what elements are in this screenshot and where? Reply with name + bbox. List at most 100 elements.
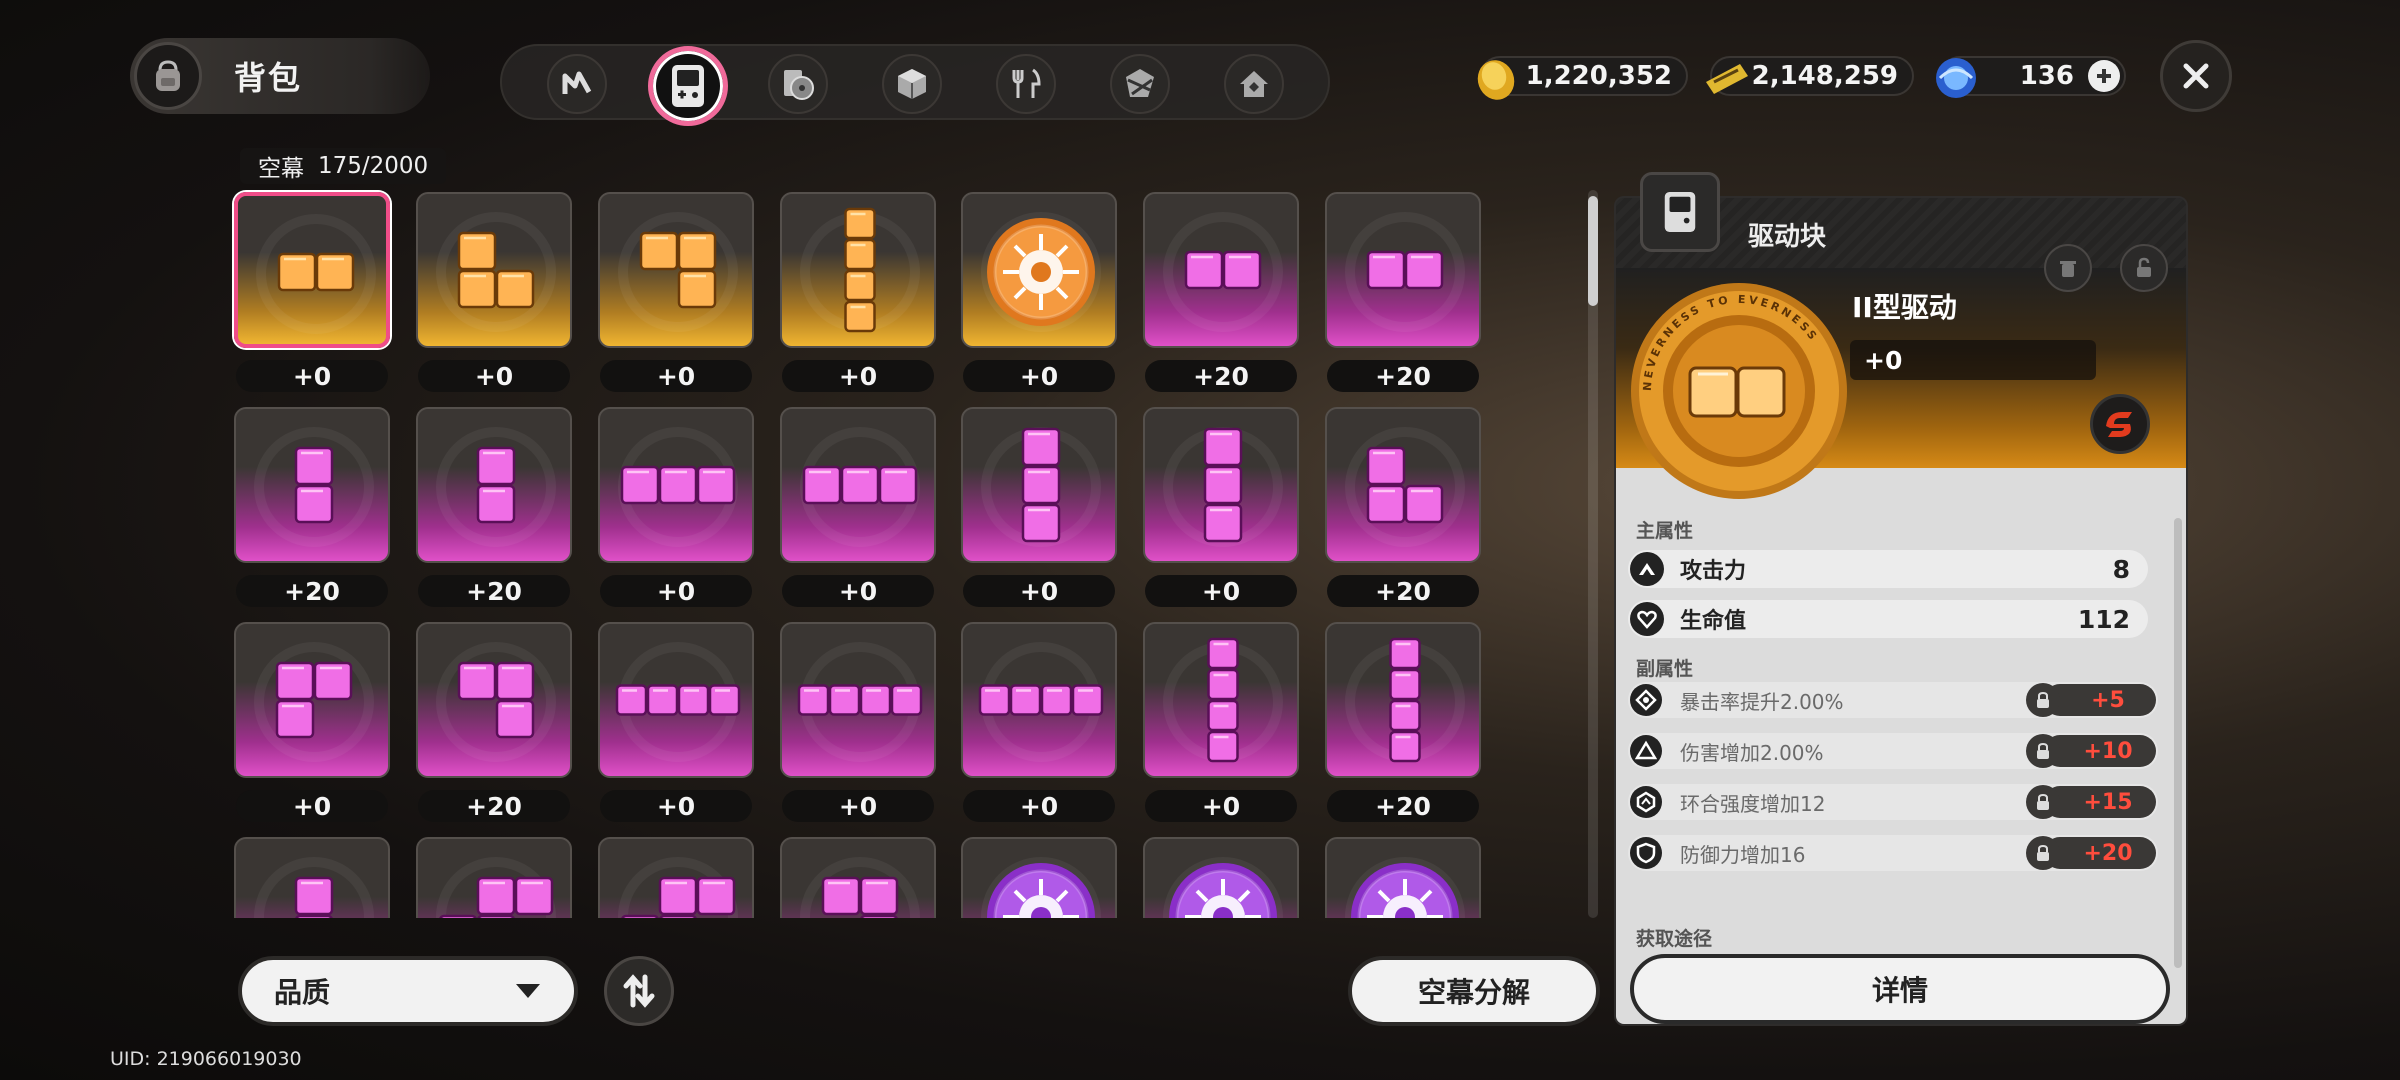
drive-disc-tile[interactable] — [780, 407, 936, 563]
item-level: +20 — [1145, 360, 1297, 392]
drive-disc-tile[interactable] — [416, 407, 572, 563]
details-button[interactable]: 详情 — [1630, 954, 2170, 1024]
drive-disc-tile[interactable] — [961, 622, 1117, 778]
drive-disc-tile[interactable] — [1325, 622, 1481, 778]
main-attr-name: 生命值 — [1680, 609, 1747, 634]
drive-disc-tile[interactable] — [1143, 192, 1299, 348]
inventory-item[interactable]: +0 — [778, 190, 938, 405]
inventory-item[interactable]: +0 — [414, 190, 574, 405]
tab-materials[interactable] — [768, 54, 828, 114]
inventory-item[interactable]: +20 — [1323, 405, 1483, 620]
item-level: +20 — [1327, 360, 1479, 392]
inventory-item[interactable]: +0 — [959, 620, 1119, 835]
main-attr-name: 攻击力 — [1680, 559, 1747, 584]
gold-coin-icon — [1477, 60, 1515, 100]
drive-disc-tile[interactable] — [1325, 837, 1481, 918]
drive-block-icon — [1389, 637, 1421, 763]
sub-attr-unlock-level: +10 — [2044, 735, 2156, 767]
drive-disc-tile[interactable] — [1325, 407, 1481, 563]
tab-furniture[interactable] — [1224, 54, 1284, 114]
inventory-item[interactable]: +0 — [596, 620, 756, 835]
inventory-item[interactable] — [1141, 835, 1301, 918]
inventory-item[interactable]: +20 — [414, 620, 574, 835]
item-level: +0 — [600, 790, 752, 822]
inventory-item[interactable]: +0 — [959, 190, 1119, 405]
drive-disc-tile[interactable] — [234, 192, 390, 348]
tab-items[interactable] — [1110, 54, 1170, 114]
inventory-item[interactable]: +20 — [414, 405, 574, 620]
drive-disc-tile[interactable] — [1143, 407, 1299, 563]
drive-disc-tile[interactable] — [416, 192, 572, 348]
grid-scrollbar-thumb[interactable] — [1588, 196, 1598, 306]
inventory-item[interactable]: +0 — [596, 190, 756, 405]
drive-disc-tile[interactable] — [234, 837, 390, 918]
inventory-item[interactable]: +0 — [232, 190, 392, 405]
lock-toggle-button[interactable] — [2120, 244, 2168, 292]
inventory-item[interactable]: +20 — [232, 405, 392, 620]
lock-icon — [2026, 785, 2060, 819]
dropdown-arrow-icon — [516, 984, 540, 998]
drive-disc-tile[interactable] — [598, 407, 754, 563]
disc-player-icon — [784, 70, 814, 100]
inventory-item[interactable]: +0 — [1141, 620, 1301, 835]
drive-disc-tile[interactable] — [598, 837, 754, 918]
drive-disc-tile[interactable] — [961, 192, 1117, 348]
inventory-item[interactable] — [959, 835, 1119, 918]
set-emblem — [2090, 394, 2150, 454]
drive-block-icon — [294, 446, 334, 524]
drive-disc-tile[interactable] — [416, 622, 572, 778]
inventory-item[interactable] — [414, 835, 574, 918]
drive-block-icon — [821, 876, 899, 918]
item-level: +0 — [600, 360, 752, 392]
tab-agents[interactable] — [547, 54, 607, 114]
tab-drive-discs[interactable] — [648, 46, 728, 126]
discard-button[interactable] — [2044, 244, 2092, 292]
panel-scrollbar[interactable] — [2174, 518, 2182, 968]
inventory-item[interactable]: +0 — [778, 620, 938, 835]
drive-disc-tile[interactable] — [780, 192, 936, 348]
handheld-device-icon — [672, 65, 704, 107]
inventory-item[interactable]: +20 — [1323, 620, 1483, 835]
inventory-item[interactable]: +20 — [1323, 190, 1483, 405]
inventory-capacity: 空幕 175/2000 — [240, 148, 447, 184]
drive-disc-tile[interactable] — [780, 837, 936, 918]
drive-disc-tile[interactable] — [1143, 837, 1299, 918]
quality-filter-dropdown[interactable]: 品质 — [238, 956, 578, 1026]
drive-disc-tile[interactable] — [416, 837, 572, 918]
sort-order-button[interactable] — [604, 956, 674, 1026]
inventory-item[interactable]: +20 — [1141, 190, 1301, 405]
close-button[interactable] — [2160, 40, 2232, 112]
lock-icon — [2026, 734, 2060, 768]
drive-disc-tile[interactable] — [780, 622, 936, 778]
drive-disc-tile[interactable] — [1325, 192, 1481, 348]
inventory-item[interactable] — [596, 835, 756, 918]
drive-disc-tile[interactable] — [598, 622, 754, 778]
drive-disc-tile[interactable] — [961, 407, 1117, 563]
inventory-item[interactable]: +0 — [596, 405, 756, 620]
drive-disc-tile[interactable] — [1143, 622, 1299, 778]
drive-disc-tile[interactable] — [598, 192, 754, 348]
inventory-item[interactable]: +0 — [959, 405, 1119, 620]
gem-orb-icon — [1936, 58, 1976, 98]
inventory-item[interactable]: +0 — [1141, 405, 1301, 620]
decompose-button[interactable]: 空幕分解 — [1348, 956, 1600, 1026]
shield-icon — [1630, 837, 1662, 869]
inventory-item[interactable] — [778, 835, 938, 918]
tab-boxes[interactable] — [882, 54, 942, 114]
heart-icon — [1630, 602, 1664, 636]
drive-disc-tile[interactable] — [234, 407, 390, 563]
capacity-value: 175/2000 — [318, 153, 429, 179]
inventory-item[interactable]: +0 — [232, 620, 392, 835]
drive-disc-tile[interactable] — [961, 837, 1117, 918]
drive-disc-tile[interactable] — [234, 622, 390, 778]
inventory-item[interactable] — [1323, 835, 1483, 918]
item-level: +0 — [782, 575, 934, 607]
n-logo-icon — [562, 71, 592, 94]
inventory-item[interactable] — [232, 835, 392, 918]
inventory-item[interactable]: +0 — [778, 405, 938, 620]
add-gems-button[interactable] — [2088, 60, 2120, 92]
drive-block-icon — [1207, 637, 1239, 763]
tab-food[interactable] — [996, 54, 1056, 114]
house-icon — [1240, 71, 1268, 97]
sub-attr-row: 防御力增加16 +20 — [1628, 835, 2158, 871]
